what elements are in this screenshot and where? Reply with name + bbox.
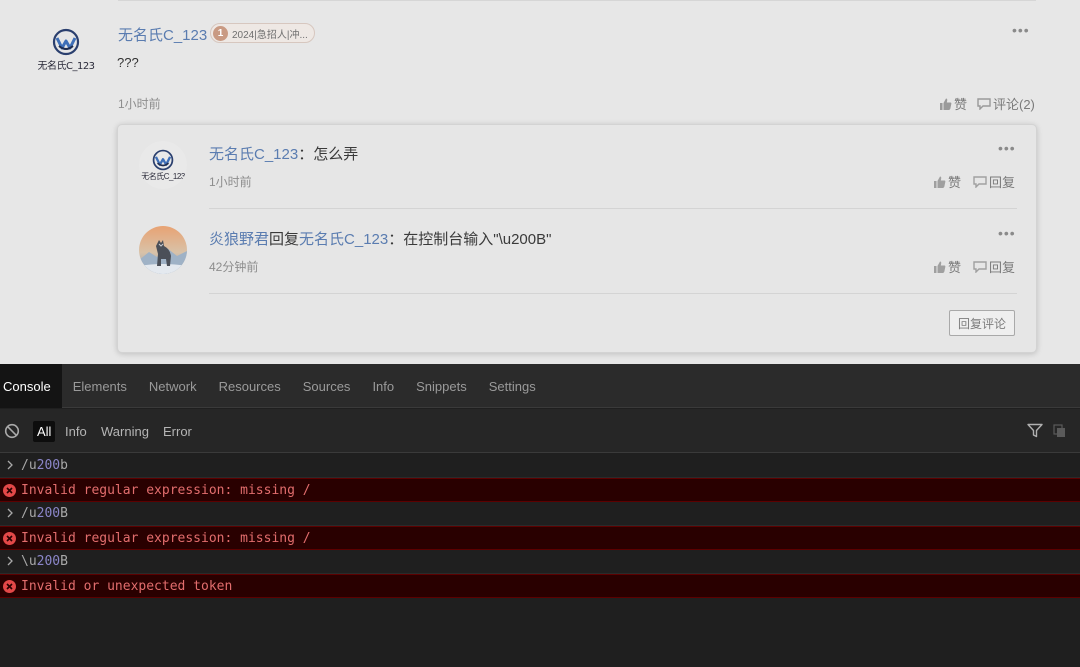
error-message: Invalid or unexpected token [21,578,233,594]
filter-all[interactable]: All [33,421,56,442]
reply-1-author-link[interactable]: 无名氏C_123 [209,146,298,163]
logo-icon [52,28,80,56]
code-text: \u [21,554,37,569]
filter-error[interactable]: Error [159,421,196,442]
console-input-line: \u200B [0,550,1080,574]
reply-divider [209,293,1017,294]
console-output: /u200b Invalid regular expression: missi… [0,454,1080,598]
user-badge[interactable]: 1 2024|急招人|冲... [210,23,315,43]
filter-info[interactable]: Info [61,421,91,442]
tab-settings[interactable]: Settings [478,364,547,408]
post-like-button[interactable]: 赞 [939,94,967,113]
console-error-line: Invalid regular expression: missing / [0,478,1080,502]
reply-1-like-button[interactable]: 赞 [933,172,961,191]
code-number: 200 [36,458,61,473]
top-divider [118,0,1036,1]
code-text: b [60,458,68,473]
wolf-avatar-icon [139,226,187,274]
prompt-chevron-icon [7,556,13,566]
comment-label: 评论(2) [993,97,1035,112]
console-input-line: /u200b [0,454,1080,478]
console-filter-bar: All Info Warning Error [0,409,1080,453]
comment-icon [977,97,991,110]
tab-console[interactable]: Console [0,364,62,408]
filter-warning[interactable]: Warning [97,421,153,442]
post-more-icon[interactable]: ••• [1012,22,1030,38]
tab-elements[interactable]: Elements [62,364,138,408]
reply-word: 回复 [269,231,300,248]
post-comment-button[interactable]: 评论(2) [977,94,1035,113]
error-icon [3,580,16,593]
reply-label: 回复 [989,175,1016,190]
filter-icon[interactable] [1027,423,1043,438]
console-error-line: Invalid or unexpected token [0,574,1080,598]
avatar-caption: 无名氏C_123 [37,61,95,72]
badge-level: 1 [213,25,228,41]
devtools-tab-bar: Console Elements Network Resources Sourc… [0,364,1080,408]
thumbs-up-icon [934,261,946,273]
reply-2-author-link[interactable]: 炎狼野君 [209,231,269,248]
reply-2-like-button[interactable]: 赞 [933,257,961,276]
console-input-line: /u200B [0,502,1080,526]
code-text: /u [21,458,37,473]
reply-comment-button[interactable]: 回复评论 [949,310,1015,336]
reply-2-target-link[interactable]: 无名氏C_123 [299,231,388,248]
prompt-chevron-icon [7,508,13,518]
post-author-link[interactable]: 无名氏C_123 [118,24,207,45]
reply-label: 回复 [989,260,1016,275]
thumbs-up-icon [940,98,952,110]
like-label: 赞 [948,260,962,275]
logo-icon [152,149,174,170]
like-label: 赞 [954,97,968,112]
code-number: 200 [36,506,61,521]
tab-info[interactable]: Info [361,364,405,408]
tab-network[interactable]: Network [138,364,208,408]
error-message: Invalid regular expression: missing / [21,530,311,546]
reply-1-reply-button[interactable]: 回复 [973,172,1015,191]
code-text: /u [21,506,37,521]
reply-1-line: 无名氏C_123：怎么弄 [209,143,358,164]
avatar-caption: 无名氏C_123 [141,171,185,181]
reply-1-time: 1小时前 [209,175,252,189]
reply-separator: ： [388,231,404,248]
reply-2-time: 42分钟前 [209,260,259,274]
code-text: B [60,554,68,569]
post-avatar[interactable]: 无名氏C_123 [37,28,95,72]
reply-1-avatar[interactable]: 无名氏C_123 [139,141,187,189]
reply-2-reply-button[interactable]: 回复 [973,257,1015,276]
badge-text: 2024|急招人|冲... [232,29,308,41]
error-icon [3,484,16,497]
reply-separator: ： [298,146,314,163]
post-content: ??? [117,55,139,70]
page-overlay: 无名氏C_123 无名氏C_123 1 2024|急招人|冲... ••• ??… [0,0,1080,364]
reply-2-line: 炎狼野君回复无名氏C_123：在控制台输入"\u200B" [209,228,551,249]
comment-icon [973,175,987,188]
prompt-chevron-icon [7,460,13,470]
error-message: Invalid regular expression: missing / [21,482,311,498]
console-error-line: Invalid regular expression: missing / [0,526,1080,550]
reply-2-avatar[interactable] [139,226,187,274]
reply-1-more-icon[interactable]: ••• [998,140,1016,156]
devtools-panel: Console Elements Network Resources Sourc… [0,364,1080,667]
copy-icon[interactable] [1053,424,1067,438]
post-time: 1小时前 [118,97,161,111]
reply-2-more-icon[interactable]: ••• [998,225,1016,241]
code-text: B [60,506,68,521]
tab-sources[interactable]: Sources [292,364,362,408]
code-number: 200 [36,554,61,569]
error-icon [3,532,16,545]
like-label: 赞 [948,175,962,190]
reply-1-text: 怎么弄 [313,146,359,163]
tab-snippets[interactable]: Snippets [405,364,478,408]
thumbs-up-icon [934,176,946,188]
reply-box: 无名氏C_123 无名氏C_123：怎么弄 1小时前 ••• 赞 回复 炎狼野君… [117,124,1037,353]
tab-resources[interactable]: Resources [208,364,292,408]
reply-divider [209,208,1017,209]
comment-icon [973,260,987,273]
reply-2-text: 在控制台输入"\u200B" [403,231,552,248]
clear-console-icon[interactable] [4,423,20,439]
